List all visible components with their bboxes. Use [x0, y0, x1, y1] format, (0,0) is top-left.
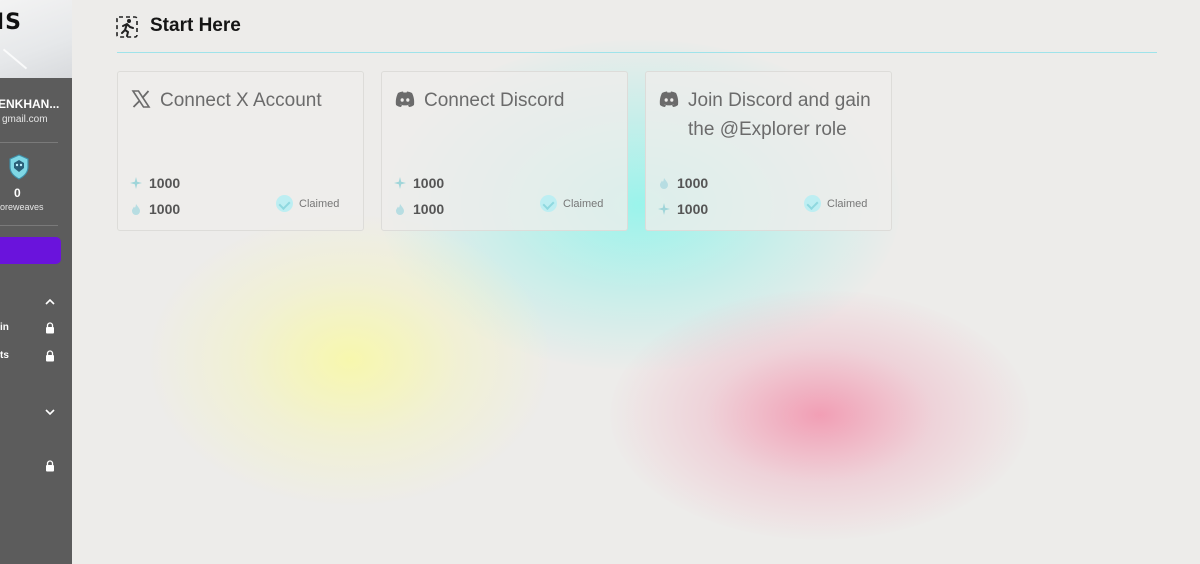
score-value: 0 [14, 186, 21, 200]
discord-icon [659, 91, 679, 107]
sidebar-item-label[interactable]: in [0, 322, 9, 333]
status-text: Claimed [563, 197, 604, 210]
reward-value: 1000 [413, 201, 445, 217]
reward-row: 1000 [658, 174, 708, 192]
app-logo[interactable]: IS [0, 10, 22, 35]
user-email: gmail.com [2, 114, 48, 125]
lock-icon [46, 460, 54, 472]
discord-icon [395, 91, 415, 107]
reward-value: 1000 [413, 175, 445, 191]
card-title: Connect Discord [424, 90, 565, 111]
sidebar-header: IS [0, 0, 72, 78]
sparkle-icon [394, 177, 406, 189]
score-label: oreweaves [0, 202, 44, 212]
reward-row: 1000 [130, 174, 180, 192]
background-glow-yellow [150, 215, 550, 505]
reward-value: 1000 [677, 175, 709, 191]
reward-value: 1000 [677, 201, 709, 217]
claimed-status: Claimed [276, 195, 339, 212]
card-title: Connect X Account [160, 90, 322, 111]
status-text: Claimed [827, 197, 868, 210]
task-card-join-discord[interactable]: Join Discord and gain the @Explorer role… [645, 71, 892, 231]
sparkle-icon [658, 203, 670, 215]
reward-row: 1000 [130, 200, 180, 218]
shield-badge-icon [9, 154, 29, 180]
lock-icon [46, 350, 54, 362]
sparkle-icon [130, 177, 142, 189]
claimed-status: Claimed [804, 195, 867, 212]
reward-row: 1000 [658, 200, 708, 218]
divider [0, 142, 58, 143]
reward-row: 1000 [394, 200, 444, 218]
sidebar-panel: ENKHAN... gmail.com 0 oreweaves in ts [0, 78, 72, 564]
lock-icon [46, 322, 54, 334]
task-card-connect-discord[interactable]: Connect Discord 1000 1000 Claimed [381, 71, 628, 231]
status-text: Claimed [299, 197, 340, 210]
check-circle-icon [804, 195, 821, 212]
background-glow-pink [610, 290, 1030, 540]
card-title: Join Discord and gain the @Explorer role [688, 90, 871, 140]
x-logo-icon [131, 90, 151, 108]
page-title: Start Here [150, 15, 241, 36]
user-name: ENKHAN... [0, 97, 60, 111]
flame-icon [132, 204, 140, 215]
reward-value: 1000 [149, 201, 181, 217]
divider [0, 225, 58, 226]
header-divider [117, 52, 1157, 53]
primary-action-button[interactable] [0, 237, 61, 264]
claimed-status: Claimed [540, 195, 603, 212]
sidebar-item-label[interactable]: ts [0, 350, 9, 361]
task-card-connect-x[interactable]: Connect X Account 1000 1000 Claimed [117, 71, 364, 231]
running-person-icon [116, 16, 138, 38]
check-circle-icon [276, 195, 293, 212]
chevron-up-icon[interactable] [44, 296, 56, 308]
sidebar: IS ENKHAN... gmail.com 0 oreweaves in ts [0, 0, 72, 564]
flame-icon [660, 178, 668, 189]
check-circle-icon [540, 195, 557, 212]
reward-row: 1000 [394, 174, 444, 192]
flame-icon [396, 204, 404, 215]
decorative-line [2, 48, 28, 70]
chevron-down-icon[interactable] [44, 406, 56, 418]
reward-value: 1000 [149, 175, 181, 191]
